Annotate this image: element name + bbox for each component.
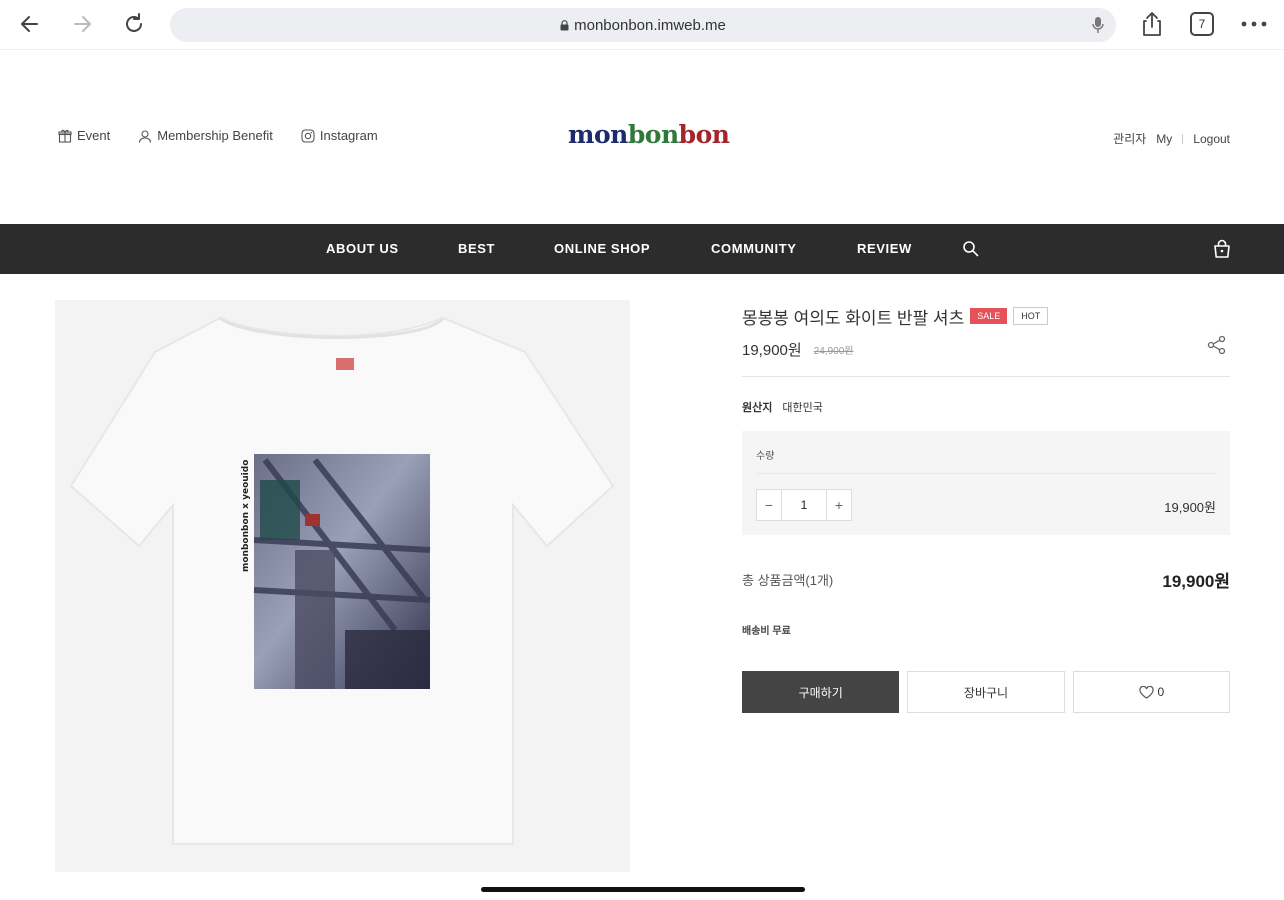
logo-part-3: bon — [678, 120, 730, 149]
total-row: 총 상품금액(1개) 19,900원 — [742, 567, 1230, 592]
increase-button[interactable]: + — [827, 490, 851, 520]
forward-arrow-icon — [74, 16, 91, 32]
menu-online-shop[interactable]: ONLINE SHOP — [554, 241, 650, 256]
main-menu: ABOUT US BEST ONLINE SHOP COMMUNITY REVI… — [0, 224, 1284, 274]
menu-review[interactable]: REVIEW — [857, 241, 912, 256]
sale-badge: SALE — [970, 308, 1008, 324]
lock-icon — [560, 19, 569, 30]
divider — [756, 473, 1216, 474]
total-price: 19,900원 — [1162, 572, 1230, 591]
hot-badge: HOT — [1013, 307, 1049, 325]
quantity-box: 수량 − 1 + 19,900원 — [742, 431, 1230, 535]
action-buttons: 구매하기 장바구니 0 — [742, 671, 1231, 713]
origin-row: 원산지 대한민국 — [742, 399, 1230, 415]
heart-icon — [1138, 685, 1154, 699]
url-text: monbonbon.imweb.me — [574, 16, 726, 34]
wish-count: 0 — [1157, 685, 1165, 699]
address-bar[interactable]: monbonbon.imweb.me — [170, 8, 1116, 42]
origin-value: 대한민국 — [782, 402, 823, 414]
cart-button[interactable]: 장바구니 — [907, 671, 1065, 713]
reload-button[interactable] — [120, 10, 148, 38]
wishlist-button[interactable]: 0 — [1072, 671, 1231, 713]
shopping-bag-icon[interactable] — [1212, 239, 1232, 258]
browser-toolbar: monbonbon.imweb.me 7 — [0, 0, 1284, 50]
product-info: 몽봉봉 여의도 화이트 반팔 셔츠 SALE HOT 19,900원 24,90… — [742, 300, 1231, 713]
instagram-label: Instagram — [319, 128, 378, 143]
quantity-label: 수량 — [756, 451, 775, 462]
admin-link[interactable]: 관리자 — [1113, 130, 1146, 147]
sale-price: 19,900원 — [742, 341, 802, 359]
user-icon — [139, 129, 152, 143]
title-row: 몽봉봉 여의도 화이트 반팔 셔츠 SALE HOT — [742, 300, 1230, 332]
product-title: 몽봉봉 여의도 화이트 반팔 셔츠 — [742, 308, 965, 328]
top-links: Event Membership Benefit Instagram — [58, 128, 378, 143]
divider — [1182, 133, 1184, 144]
divider — [742, 376, 1230, 377]
buy-button[interactable]: 구매하기 — [742, 671, 900, 713]
original-price: 24,900원 — [813, 345, 854, 357]
menu-community[interactable]: COMMUNITY — [711, 241, 797, 256]
back-button[interactable] — [16, 10, 44, 38]
home-indicator — [481, 887, 805, 892]
membership-link[interactable]: Membership Benefit — [138, 128, 273, 143]
shipping-info: 배송비 무료 — [742, 626, 791, 637]
share-icon — [1143, 12, 1161, 36]
my-link[interactable]: My — [1156, 132, 1172, 146]
share-icon[interactable] — [1206, 334, 1228, 356]
product-image[interactable]: monbonbon x yeouido — [55, 300, 630, 872]
menu-best[interactable]: BEST — [458, 241, 495, 256]
logo-part-1: mon — [568, 120, 628, 149]
event-link[interactable]: Event — [58, 128, 110, 143]
user-links: 관리자 My Logout — [1113, 130, 1230, 147]
menu-about-us[interactable]: ABOUT US — [326, 241, 399, 256]
line-price: 19,900원 — [1164, 500, 1216, 515]
site-logo[interactable]: monbonbon — [568, 120, 730, 149]
event-label: Event — [77, 128, 111, 143]
back-arrow-icon — [21, 16, 38, 32]
print-caption: monbonbon x yeouido — [241, 460, 251, 572]
ellipsis-icon — [1241, 21, 1267, 27]
decrease-button[interactable]: − — [757, 490, 781, 520]
logo-part-2: bon — [627, 120, 679, 149]
origin-label: 원산지 — [742, 402, 773, 414]
instagram-icon — [301, 128, 315, 143]
membership-label: Membership Benefit — [157, 128, 273, 143]
instagram-link[interactable]: Instagram — [301, 128, 378, 143]
logout-link[interactable]: Logout — [1193, 132, 1230, 146]
more-options-button[interactable] — [1240, 10, 1268, 38]
gift-icon — [58, 129, 72, 143]
forward-button[interactable] — [68, 10, 96, 38]
quantity-input[interactable]: 1 — [781, 490, 827, 520]
tab-count-button[interactable]: 7 — [1190, 12, 1214, 36]
microphone-icon[interactable] — [1092, 16, 1104, 34]
reload-icon — [126, 13, 142, 32]
share-button[interactable] — [1138, 10, 1166, 38]
quantity-stepper: − 1 + — [756, 489, 852, 521]
total-label: 총 상품금액(1개) — [742, 573, 834, 588]
search-icon[interactable] — [962, 240, 979, 257]
tshirt-illustration: monbonbon x yeouido — [69, 316, 615, 845]
price-row: 19,900원 24,900원 — [742, 336, 1230, 362]
